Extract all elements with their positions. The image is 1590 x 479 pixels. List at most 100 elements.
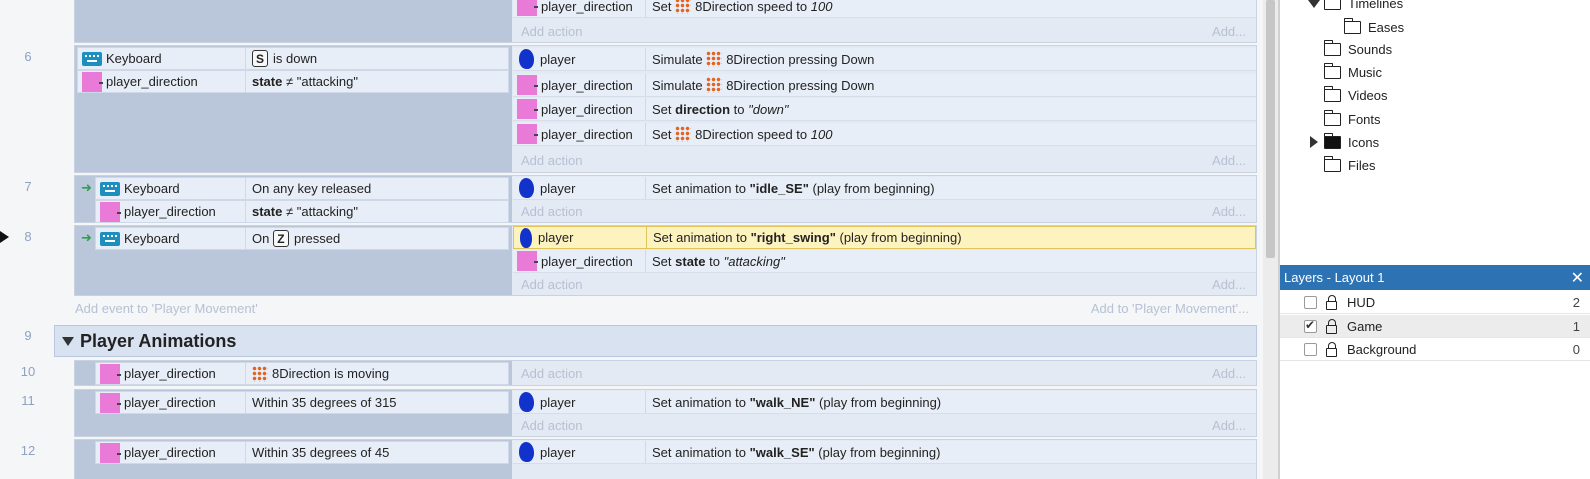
condition-text: On any key released [246, 181, 371, 196]
action-verb: Set animation to [652, 394, 746, 410]
action-object: player [513, 441, 646, 463]
action-row[interactable]: player_direction Set direction to "down" [513, 98, 1256, 121]
tree-item-files[interactable]: Files [1323, 156, 1375, 173]
condition-label: Within 35 degrees of 315 [252, 395, 397, 410]
action-text: Set direction to "down" [646, 102, 788, 117]
layer-visibility-checkbox[interactable] [1304, 318, 1317, 333]
condition-prefix: On [252, 231, 270, 246]
layer-visibility-checkbox[interactable] [1304, 342, 1317, 356]
action-row[interactable]: player_direction Simulate 8Direction pre… [513, 74, 1256, 97]
condition-row[interactable]: player_direction state ≠ "attacking" [77, 70, 509, 93]
add-event-link[interactable]: Add event to 'Player Movement' [75, 301, 258, 316]
family-object-icon [517, 0, 538, 16]
action-row[interactable]: player Set animation to "walk_SE" (play … [513, 441, 1256, 464]
add-action-row[interactable]: Add action Add... [513, 149, 1256, 172]
scrollbar-thumb[interactable] [1266, 0, 1275, 258]
action-verb: Set [652, 0, 672, 14]
layer-visibility-checkbox[interactable] [1304, 295, 1317, 309]
action-row[interactable]: player Set animation to "walk_NE" (play … [513, 391, 1256, 414]
action-label: 8Direction pressing Down [726, 51, 875, 67]
action-label: (play from beginning) [839, 230, 962, 245]
layer-row-hud[interactable]: HUD 2 [1280, 291, 1590, 314]
action-verb: Set animation to [652, 444, 746, 460]
object-name: Keyboard [124, 231, 180, 246]
tree-item-music[interactable]: Music [1323, 63, 1382, 80]
layer-row-game[interactable]: Game 1 [1280, 315, 1590, 338]
event-block-11[interactable]: player_direction Within 35 degrees of 31… [74, 389, 1257, 437]
add-action-row[interactable]: Add action Add... [513, 20, 1256, 43]
condition-row[interactable]: Keyboard On Zpressed [95, 227, 509, 250]
keyboard-icon [100, 231, 120, 246]
lock-icon[interactable] [1326, 341, 1337, 357]
layers-panel-header: Layers - Layout 1 ✕ [1280, 265, 1590, 290]
lock-icon[interactable] [1326, 318, 1337, 334]
action-row-selected[interactable]: player Set animation to "right_swing" (p… [513, 226, 1256, 249]
family-object-icon [100, 363, 121, 384]
tree-item-label: Music [1348, 65, 1382, 80]
object-name: Keyboard [124, 181, 180, 196]
condition-row[interactable]: player_direction state ≠ "attacking" [95, 200, 509, 223]
event-block-6[interactable]: Keyboard S is down player_direction stat… [74, 45, 1257, 173]
bookmark-icon[interactable] [0, 231, 9, 243]
event-block-10[interactable]: player_direction 8Direction is moving Ad… [74, 360, 1257, 386]
condition-row[interactable]: player_direction Within 35 degrees of 31… [95, 391, 509, 414]
action-object: player_direction [513, 123, 646, 145]
add-action-row[interactable]: Add action Add... [513, 200, 1256, 223]
animation-name: "right_swing" [750, 230, 836, 245]
condition-row[interactable]: Keyboard On any key released [95, 177, 509, 200]
event-block-12[interactable]: player_direction Within 35 degrees of 45… [74, 439, 1257, 479]
action-row[interactable]: player_direction Set 8Direction speed to… [513, 123, 1256, 146]
event-group-player-animations[interactable]: Player Animations [54, 325, 1257, 357]
action-text: Set animation to "walk_NE" (play from be… [646, 395, 941, 410]
conditions-area [75, 0, 512, 42]
sprite-object-icon [519, 178, 534, 198]
condition-text: 8Direction is moving [246, 365, 389, 382]
tree-item-icons[interactable]: Icons [1323, 133, 1379, 150]
tree-item-label: Sounds [1348, 42, 1393, 57]
expand-down-icon[interactable] [1308, 0, 1320, 8]
layer-row-background[interactable]: Background 0 [1280, 338, 1590, 361]
object-name: player_direction [541, 126, 633, 142]
object-name: player [540, 394, 576, 410]
action-row[interactable]: player Simulate 8Direction pressing Down [513, 48, 1256, 71]
event-block-8[interactable]: ➜ Keyboard On Zpressed player Set animat… [74, 225, 1257, 296]
tree-item-videos[interactable]: Videos [1323, 86, 1388, 103]
project-tree[interactable]: Timelines Eases Sounds Music Videos Font… [1280, 0, 1590, 262]
condition-row[interactable]: Keyboard S is down [77, 47, 509, 70]
action-param-value: 100 [810, 126, 833, 142]
tree-item-timelines[interactable]: Timelines [1324, 0, 1403, 11]
close-icon[interactable]: ✕ [1571, 268, 1584, 288]
event-sheet-scrollbar[interactable] [1263, 0, 1278, 479]
action-object: player_direction [513, 250, 646, 272]
expand-right-icon[interactable] [1310, 136, 1318, 148]
lock-icon[interactable] [1326, 294, 1337, 310]
condition-row[interactable]: player_direction Within 35 degrees of 45 [95, 441, 509, 464]
action-verb: Set [652, 126, 672, 142]
add-action-row[interactable]: Add action Add... [513, 273, 1256, 296]
animation-name: "idle_SE" [749, 180, 809, 196]
collapse-triangle-icon[interactable] [62, 336, 74, 346]
add-action-row[interactable]: Add action Add... [513, 362, 1256, 385]
action-object: player [514, 227, 647, 248]
right-panel: Timelines Eases Sounds Music Videos Font… [1278, 0, 1590, 479]
sprite-object-icon [519, 442, 534, 462]
family-object-icon [100, 442, 121, 463]
action-label: (play from beginning) [818, 444, 941, 460]
event-block-5-partial[interactable]: player_direction Set 8Direction speed to… [74, 0, 1257, 43]
family-object-icon [517, 124, 538, 144]
add-action-label: Add action [521, 418, 583, 433]
tree-item-fonts[interactable]: Fonts [1323, 110, 1381, 127]
add-action-row[interactable]: Add action Add... [513, 414, 1256, 437]
tree-item-label: Timelines [1348, 0, 1404, 11]
action-verb: Set [652, 253, 672, 269]
condition-row[interactable]: player_direction 8Direction is moving [95, 362, 509, 385]
add-action-more: Add... [1212, 24, 1246, 39]
add-to-group-link[interactable]: Add to 'Player Movement'... [1091, 301, 1249, 316]
tree-item-eases[interactable]: Eases [1343, 18, 1404, 35]
action-row[interactable]: player_direction Set state to "attacking… [513, 250, 1256, 273]
event-block-7[interactable]: ➜ Keyboard On any key released player_di… [74, 175, 1257, 223]
event-sheet[interactable]: player_direction Set 8Direction speed to… [0, 0, 1263, 479]
action-row[interactable]: player Set animation to "idle_SE" (play … [513, 177, 1256, 200]
tree-item-sounds[interactable]: Sounds [1323, 40, 1393, 57]
action-row[interactable]: player_direction Set 8Direction speed to… [513, 0, 1256, 18]
